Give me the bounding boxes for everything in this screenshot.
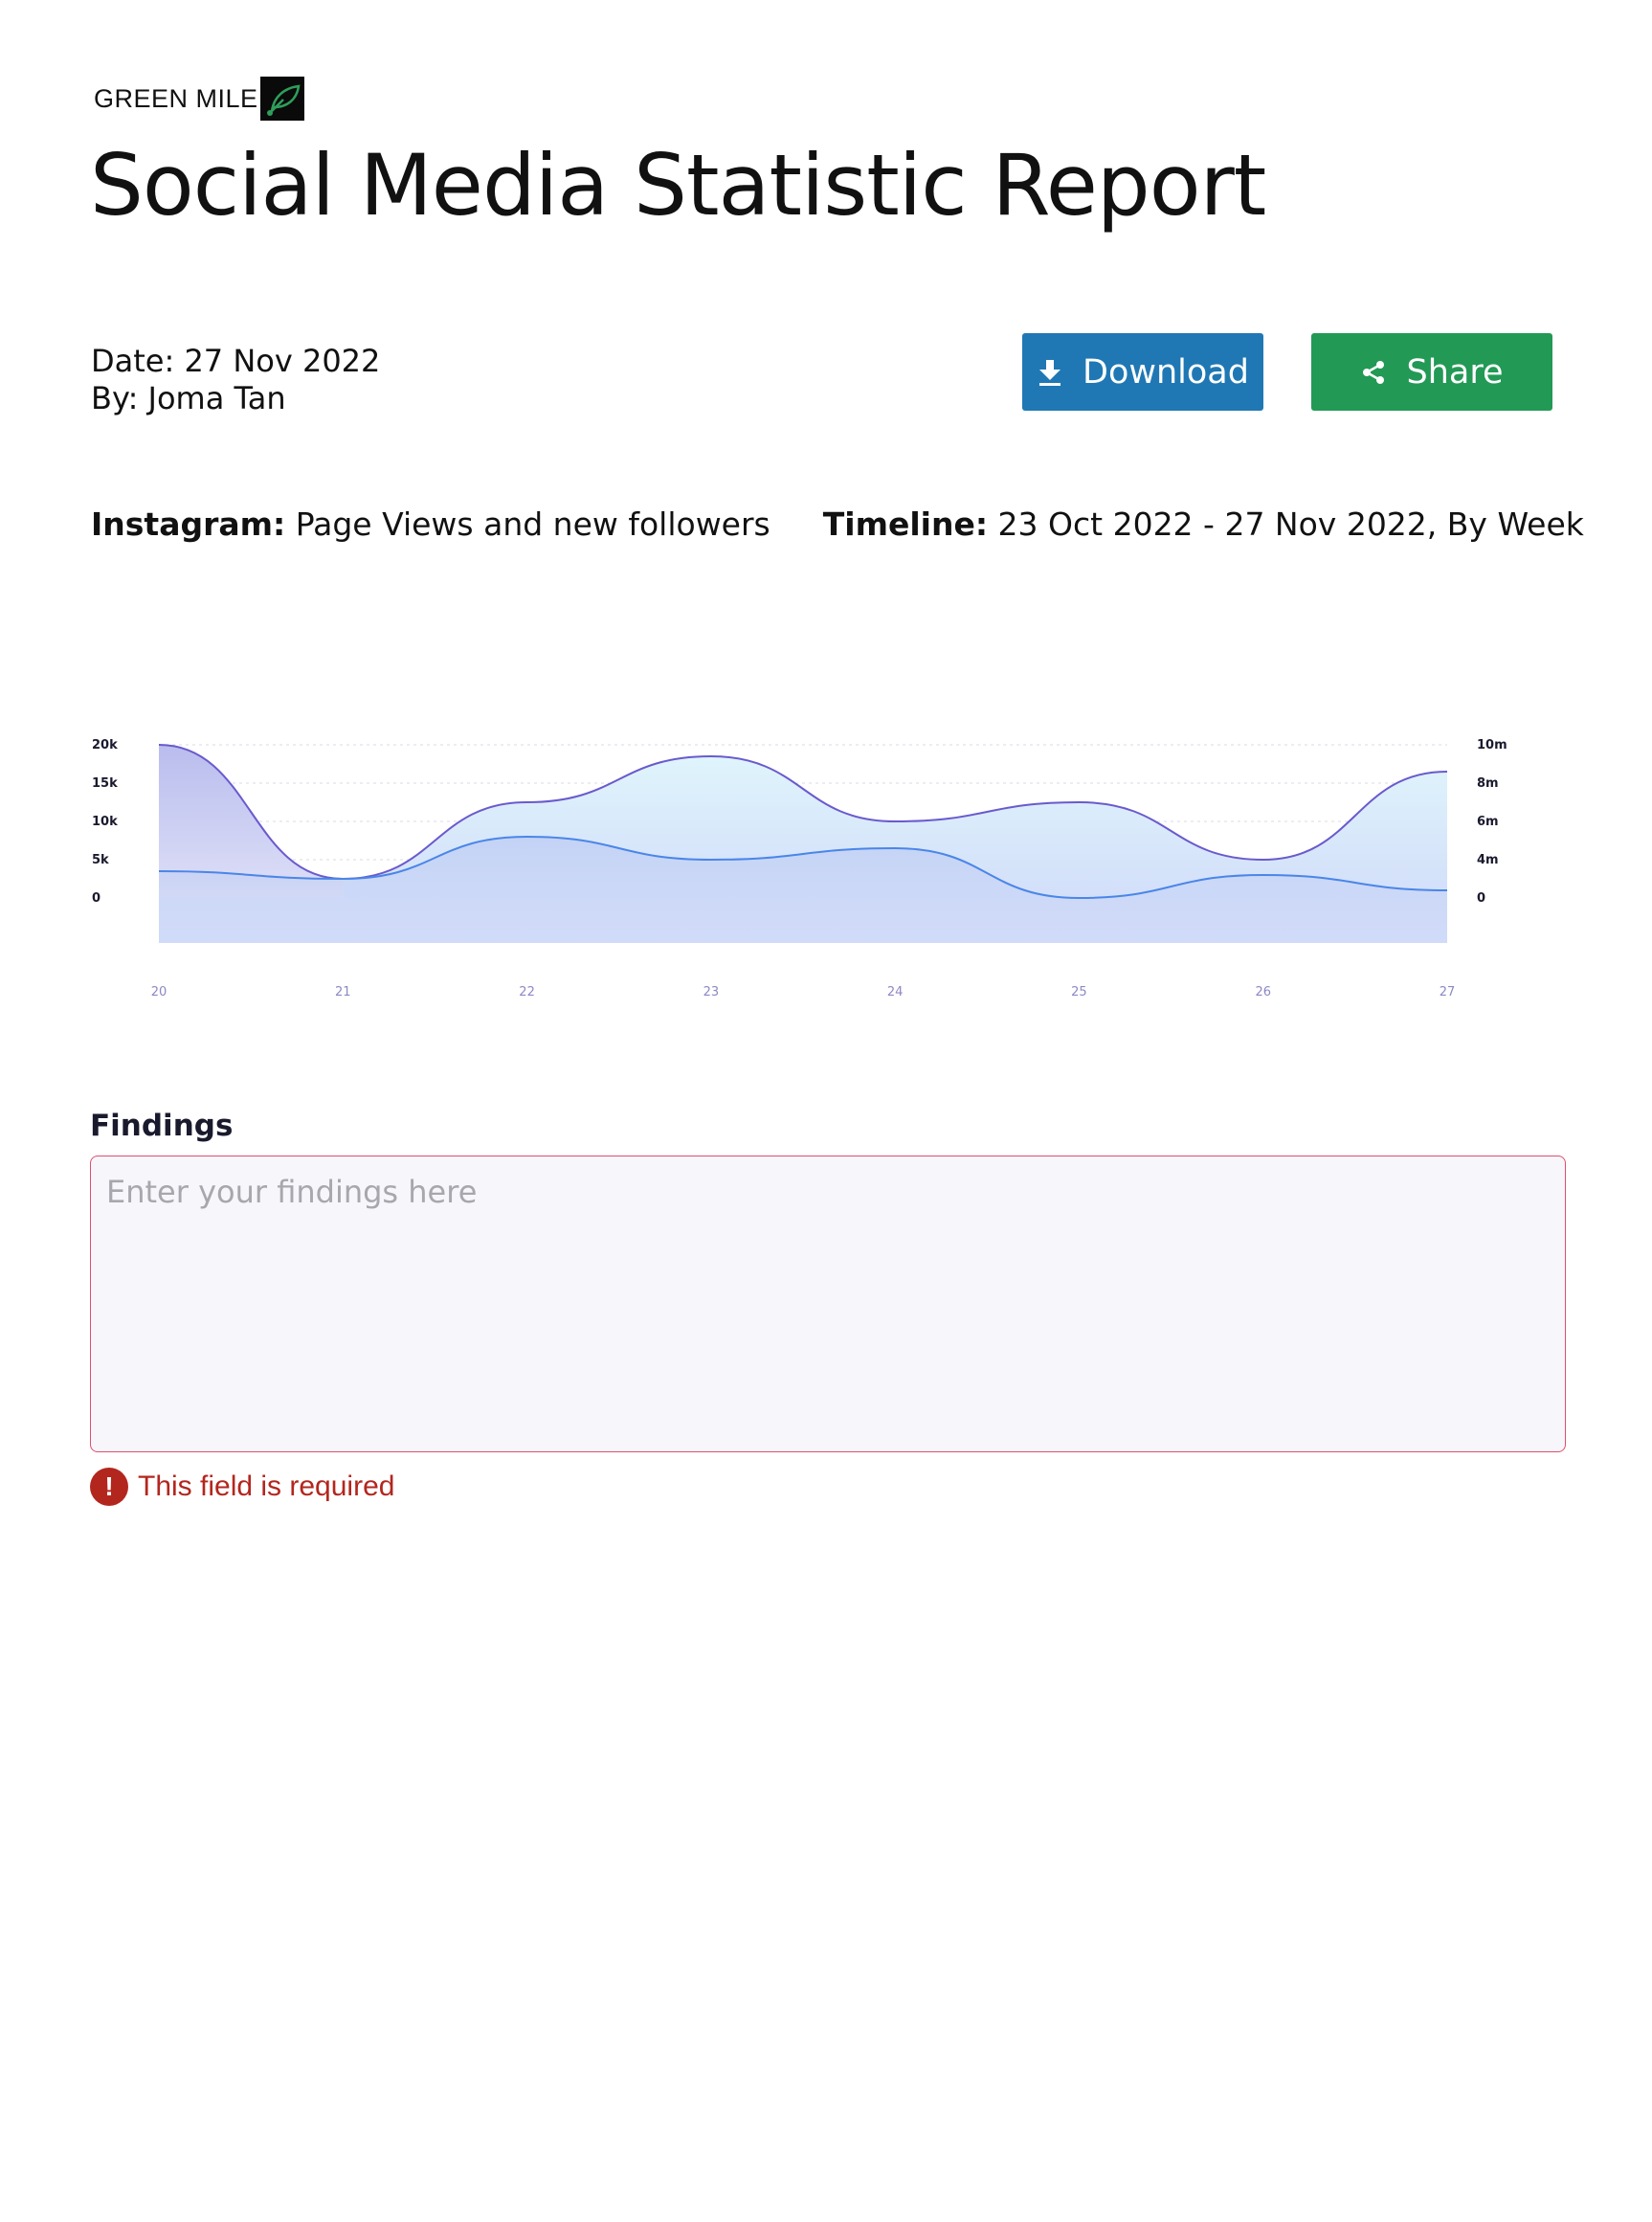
- report-meta: Date: 27 Nov 2022 By: Joma Tan: [91, 343, 380, 417]
- x-tick-label: 21: [335, 985, 351, 999]
- y-tick-label-left: 0: [92, 891, 100, 906]
- y-tick-label-right: 10m: [1477, 738, 1507, 752]
- y-tick-label-left: 20k: [92, 738, 118, 752]
- y-tick-label-right: 4m: [1477, 853, 1499, 867]
- x-tick-label: 22: [519, 985, 535, 999]
- platform-label: Instagram:: [91, 505, 286, 543]
- y-tick-label-left: 15k: [92, 776, 118, 791]
- x-tick-label: 24: [887, 985, 904, 999]
- x-tick-label: 27: [1440, 985, 1456, 999]
- error-icon: !: [90, 1468, 128, 1506]
- x-tick-label: 20: [151, 985, 167, 999]
- y-tick-label-left: 5k: [92, 853, 109, 867]
- findings-error: ! This field is required: [90, 1468, 394, 1506]
- x-tick-label: 23: [703, 985, 720, 999]
- timeline-label: Timeline:: [822, 505, 989, 543]
- findings-input[interactable]: [90, 1156, 1566, 1452]
- timeline-value: 23 Oct 2022 - 27 Nov 2022, By Week: [997, 505, 1584, 543]
- report-author: By: Joma Tan: [91, 380, 286, 416]
- y-tick-label-left: 10k: [92, 815, 118, 829]
- platform-value: Page Views and new followers: [295, 505, 770, 543]
- share-button[interactable]: Share: [1311, 333, 1552, 411]
- error-text: This field is required: [138, 1470, 395, 1502]
- x-tick-label: 25: [1071, 985, 1087, 999]
- download-button[interactable]: Download: [1022, 333, 1263, 411]
- download-icon: [1039, 359, 1060, 386]
- findings-label: Findings: [90, 1109, 234, 1143]
- brand: GREEN MILE: [94, 77, 304, 121]
- y-tick-label-right: 8m: [1477, 776, 1499, 791]
- report-date: Date: 27 Nov 2022: [91, 343, 381, 379]
- share-label: Share: [1406, 352, 1504, 392]
- report-context: Instagram: Page Views and new followers …: [91, 505, 1584, 543]
- share-icon: [1363, 360, 1385, 384]
- leaf-icon: [259, 77, 304, 121]
- x-tick-label: 26: [1255, 985, 1271, 999]
- y-tick-label-right: 0: [1477, 891, 1485, 906]
- statistics-chart: 0 0 5k 4m 10k 6m 15k 8m 20k 10m 20 21 22 23 24 25 26 27: [92, 738, 1507, 999]
- download-label: Download: [1083, 352, 1249, 392]
- y-tick-label-right: 6m: [1477, 815, 1499, 829]
- page-title: Social Media Statistic Report: [90, 136, 1266, 235]
- brand-name: GREEN MILE: [94, 83, 258, 113]
